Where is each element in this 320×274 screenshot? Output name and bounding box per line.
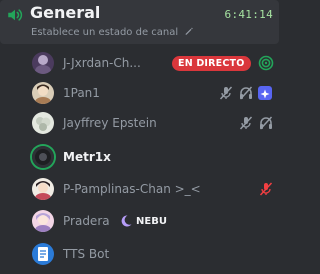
channel-status-text: Establece un estado de canal	[31, 27, 179, 38]
avatar	[32, 112, 54, 134]
username: TTS Bot	[63, 247, 110, 261]
mic-muted-icon	[239, 116, 253, 130]
voice-user-row[interactable]: P-Pamplinas-Chan >_<	[28, 175, 280, 205]
headset-deafened-icon	[259, 116, 273, 130]
username: J-Jxrdan-Ch...	[63, 56, 141, 70]
avatar	[32, 210, 54, 232]
nebu-moon-icon	[121, 215, 132, 227]
pencil-icon	[186, 27, 194, 35]
server-muted-mic-icon	[259, 182, 273, 196]
voice-user-row[interactable]: Metr1x	[28, 143, 280, 173]
stream-icon[interactable]	[258, 55, 274, 71]
username: Pradera	[63, 214, 110, 228]
voice-user-row[interactable]: TTS Bot	[28, 240, 280, 270]
headset-deafened-icon	[239, 86, 253, 100]
activity-icon[interactable]	[258, 86, 272, 100]
voice-user-row[interactable]: Jayffrey Epstein	[28, 109, 280, 139]
set-channel-status[interactable]: Establece un estado de canal	[31, 26, 194, 38]
avatar	[32, 243, 54, 265]
avatar	[32, 178, 54, 200]
live-badge[interactable]: EN DIRECTO	[172, 56, 251, 71]
voice-user-row[interactable]: Pradera NEBU	[28, 207, 280, 237]
voice-channel-panel: General 6:41:14 Establece un estado de c…	[0, 0, 285, 274]
voice-channel-header[interactable]: General 6:41:14 Establece un estado de c…	[0, 0, 279, 44]
channel-timer: 6:41:14	[224, 8, 273, 21]
username: 1Pan1	[63, 86, 100, 100]
voice-user-row[interactable]: J-Jxrdan-Ch... EN DIRECTO	[28, 49, 280, 79]
avatar	[32, 146, 54, 168]
voice-user-row[interactable]: 1Pan1	[28, 79, 280, 109]
username: P-Pamplinas-Chan >_<	[63, 182, 201, 196]
avatar	[32, 52, 54, 74]
server-tag[interactable]: NEBU	[119, 213, 167, 229]
avatar	[32, 82, 54, 104]
server-tag-label: NEBU	[136, 215, 167, 227]
speaker-icon	[8, 9, 23, 21]
username: Metr1x	[63, 150, 111, 164]
username: Jayffrey Epstein	[63, 116, 157, 130]
mic-muted-icon	[219, 86, 233, 100]
channel-name: General	[30, 3, 101, 22]
